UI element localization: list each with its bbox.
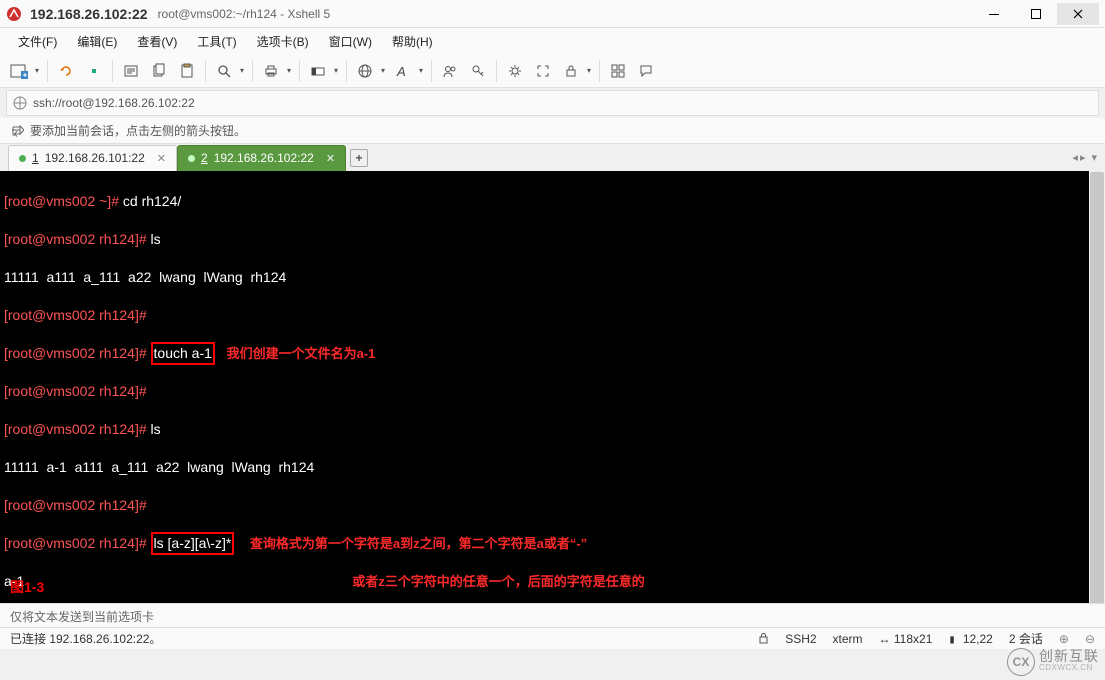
url-bar[interactable]: ssh://root@192.168.26.102:22 [6, 90, 1099, 116]
tab-num: 2 [201, 151, 208, 165]
figure-label: 图1-3 [10, 578, 44, 597]
tab-num: 1 [32, 151, 39, 165]
status-conn: 已连接 192.168.26.102:22。 [10, 630, 161, 647]
window-title-main: 192.168.26.102:22 [30, 6, 148, 22]
annotation-create: 我们创建一个文件名为a-1 [227, 346, 376, 361]
close-button[interactable] [1057, 3, 1099, 25]
status-ssh: SSH2 [785, 632, 816, 646]
toolbar: ▾ ▾ ▾ ▾ ▾ A ▾ ▾ [0, 54, 1105, 88]
status-minus-icon[interactable]: ⊖ [1085, 632, 1095, 646]
maximize-button[interactable] [1015, 3, 1057, 25]
print-dropdown[interactable]: ▾ [284, 58, 294, 84]
menu-help[interactable]: 帮助(H) [384, 30, 441, 53]
properties-button[interactable] [118, 58, 144, 84]
url-text: ssh://root@192.168.26.102:22 [33, 96, 195, 110]
tab-label: 192.168.26.101:22 [45, 151, 145, 165]
new-tab-dropdown[interactable]: ▾ [32, 58, 42, 84]
highlight-box: touch a-1 [151, 342, 215, 365]
status-plus-icon[interactable]: ⊕ [1059, 632, 1069, 646]
color-dropdown[interactable]: ▾ [331, 58, 341, 84]
tab-nav: ◂ ▸ ▾ [1072, 151, 1097, 164]
status-term: xterm [833, 632, 863, 646]
terminal[interactable]: [root@vms002 ~]# cd rh124/ [root@vms002 … [0, 171, 1105, 603]
fullscreen-button[interactable] [530, 58, 556, 84]
font-button[interactable]: A [390, 58, 416, 84]
tab-session-1[interactable]: 1 192.168.26.101:22 ✕ [8, 145, 177, 171]
annotation-query-2: 或者z三个字符中的任意一个，后面的字符是任意的 [352, 574, 645, 589]
hint-bar: 要添加当前会话，点击左侧的箭头按钮。 [0, 118, 1105, 144]
status-bar: 已连接 192.168.26.102:22。 SSH2 xterm ↔ 118x… [0, 627, 1105, 649]
menu-view[interactable]: 查看(V) [129, 30, 185, 53]
tiles-button[interactable] [605, 58, 631, 84]
reconnect-button[interactable] [53, 58, 79, 84]
disconnect-button[interactable] [81, 58, 107, 84]
cursor-icon: ▮ [948, 632, 962, 646]
tab-close-icon[interactable]: ✕ [157, 152, 166, 165]
svg-text:A: A [396, 64, 406, 79]
watermark: CX 创新互联 CDXWCX.CN [1007, 648, 1099, 676]
status-sessions: 2 会话 [1009, 630, 1043, 647]
menu-file[interactable]: 文件(F) [10, 30, 65, 53]
status-dot-icon [19, 155, 26, 162]
window-title-sub: root@vms002:~/rh124 - Xshell 5 [158, 7, 331, 21]
app-icon [6, 6, 22, 22]
minimize-button[interactable] [973, 3, 1015, 25]
tab-bar: 1 192.168.26.101:22 ✕ 2 192.168.26.102:2… [0, 144, 1105, 171]
copy-button[interactable] [146, 58, 172, 84]
tab-session-2[interactable]: 2 192.168.26.102:22 ✕ [177, 145, 346, 171]
tab-label: 192.168.26.102:22 [214, 151, 314, 165]
lock-dropdown[interactable]: ▾ [584, 58, 594, 84]
color-button[interactable] [305, 58, 331, 84]
globe-dropdown[interactable]: ▾ [378, 58, 388, 84]
tab-add-button[interactable]: + [350, 149, 368, 167]
search-dropdown[interactable]: ▾ [237, 58, 247, 84]
watermark-logo: CX [1007, 648, 1035, 676]
menu-bar: 文件(F) 编辑(E) 查看(V) 工具(T) 选项卡(B) 窗口(W) 帮助(… [0, 28, 1105, 54]
arrow-icon[interactable] [10, 124, 24, 138]
settings-button[interactable] [502, 58, 528, 84]
font-dropdown[interactable]: ▾ [416, 58, 426, 84]
tab-close-icon[interactable]: ✕ [326, 152, 335, 165]
key-button[interactable] [465, 58, 491, 84]
lock-icon [758, 633, 769, 644]
menu-tools[interactable]: 工具(T) [189, 30, 244, 53]
send-text-bar[interactable]: 仅将文本发送到当前选项卡 [0, 603, 1105, 627]
menu-tab[interactable]: 选项卡(B) [249, 30, 317, 53]
hint-text: 要添加当前会话，点击左侧的箭头按钮。 [30, 122, 246, 139]
resize-icon: ↔ [879, 632, 894, 646]
status-size: 118x21 [894, 632, 932, 646]
paste-button[interactable] [174, 58, 200, 84]
chat-button[interactable] [633, 58, 659, 84]
lock-button[interactable] [558, 58, 584, 84]
new-tab-button[interactable] [6, 58, 32, 84]
tab-nav-menu-icon[interactable]: ▾ [1091, 151, 1097, 164]
users-button[interactable] [437, 58, 463, 84]
watermark-py: CDXWCX.CN [1039, 662, 1099, 674]
window-controls [973, 3, 1099, 25]
annotation-query-1: 查询格式为第一个字符是a到z之间，第二个字符是a或者“-” [250, 536, 587, 551]
globe-button[interactable] [352, 58, 378, 84]
menu-window[interactable]: 窗口(W) [321, 30, 380, 53]
print-button[interactable] [258, 58, 284, 84]
title-bar: 192.168.26.102:22 root@vms002:~/rh124 - … [0, 0, 1105, 28]
tab-nav-right-icon[interactable]: ▸ [1080, 151, 1086, 164]
highlight-box: ls [a-z][a\-z]* [151, 532, 235, 555]
terminal-scrollbar[interactable] [1089, 171, 1105, 603]
menu-edit[interactable]: 编辑(E) [69, 30, 125, 53]
status-dot-icon [188, 155, 195, 162]
status-pos: 12,22 [963, 632, 993, 646]
earth-icon [13, 96, 27, 110]
search-button[interactable] [211, 58, 237, 84]
tab-nav-left-icon[interactable]: ◂ [1072, 151, 1078, 164]
watermark-zh: 创新互联 [1039, 650, 1099, 662]
